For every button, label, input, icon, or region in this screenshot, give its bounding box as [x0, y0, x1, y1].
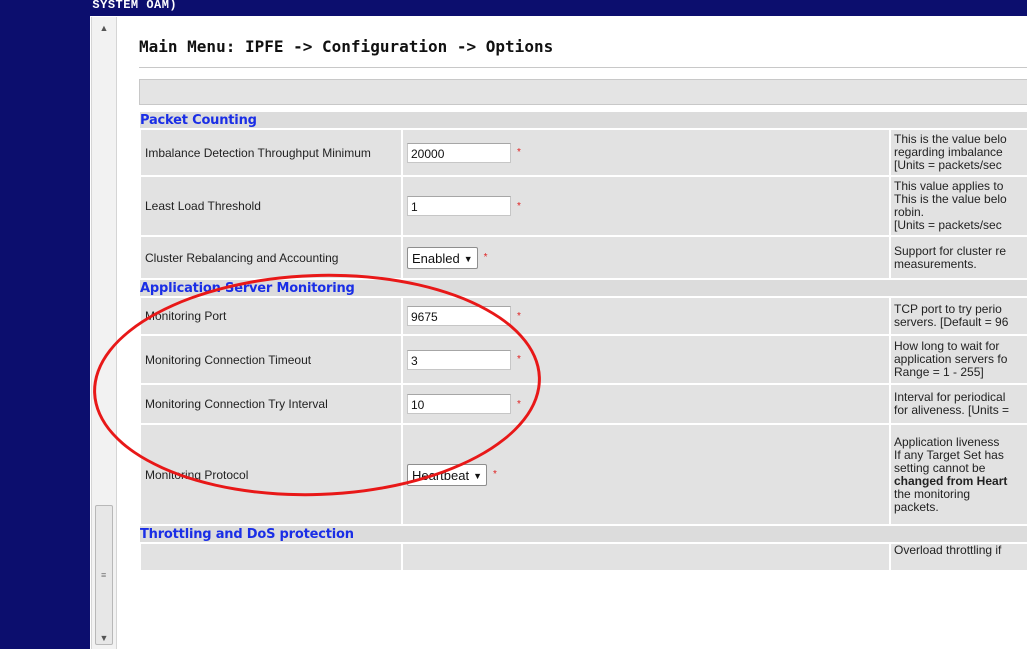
option-input-cell: 1 * — [401, 175, 891, 237]
scrollbar-thumb[interactable]: ≡ — [95, 505, 113, 645]
option-input-cell: Heartbeat ▼ * — [401, 423, 891, 526]
description-line: for aliveness. [Units = — [894, 403, 1010, 417]
required-marker: * — [493, 469, 497, 480]
option-label: Monitoring Port — [139, 296, 403, 336]
least-load-threshold-input[interactable]: 1 — [407, 196, 511, 216]
description-line: packets. — [894, 499, 939, 514]
required-marker: * — [517, 147, 521, 158]
grip-icon: ≡ — [101, 570, 107, 580]
option-description: Support for cluster re measurements. — [888, 235, 1027, 280]
section-header-row: Throttling and DoS protection — [140, 525, 1027, 543]
description-line: [Units = packets/sec — [894, 218, 1002, 232]
option-label: Monitoring Connection Try Interval — [139, 383, 403, 425]
option-row: Monitoring Connection Try Interval 10 * I… — [139, 383, 1027, 425]
option-row: Cluster Rebalancing and Accounting Enabl… — [139, 235, 1027, 280]
option-label: Monitoring Protocol — [139, 423, 403, 526]
title-divider — [139, 67, 1027, 68]
required-marker: * — [517, 398, 521, 410]
vertical-scrollbar[interactable]: ▲ ≡ ▼ — [91, 17, 117, 649]
toolbar-band — [139, 79, 1027, 105]
option-label: Monitoring Connection Timeout — [139, 334, 403, 385]
option-row: Least Load Threshold 1 * This value appli… — [139, 175, 1027, 237]
window-titlebar: 008 (ACTIVE SYSTEM OAM) — [0, 0, 1027, 16]
monitoring-timeout-input[interactable]: 3 — [407, 349, 511, 370]
section-title: Throttling and DoS protection — [140, 525, 1027, 543]
cluster-rebalancing-select[interactable]: Enabled ▼ — [407, 246, 478, 269]
option-description: Application liveness If any Target Set h… — [888, 423, 1027, 526]
option-input-cell: 10 * — [401, 383, 891, 425]
required-marker: * — [517, 354, 521, 365]
option-description: This value applies to This is the value … — [888, 175, 1027, 237]
imbalance-throughput-input[interactable]: 20000 — [407, 142, 511, 163]
option-row: Monitoring Protocol Heartbeat ▼ * Applicat… — [139, 423, 1027, 526]
section-title: Packet Counting — [140, 112, 1027, 129]
required-marker: * — [483, 252, 488, 263]
section-title: Application Server Monitoring — [140, 279, 1027, 297]
chevron-down-icon: ▼ — [473, 470, 483, 481]
monitoring-protocol-select[interactable]: Heartbeat ▼ — [407, 463, 488, 486]
option-input-cell: 3 * — [401, 334, 891, 385]
option-row: Monitoring Port 9675 * TCP port to try pe… — [139, 296, 1027, 336]
option-input-cell: 20000 * — [401, 128, 891, 177]
option-description: Overload throttling if — [888, 542, 1027, 572]
description-line: changed from Heart — [894, 473, 1027, 488]
monitoring-interval-input[interactable]: 10 — [407, 394, 511, 414]
option-label: Cluster Rebalancing and Accounting — [139, 235, 403, 280]
required-marker: * — [517, 310, 521, 322]
description-line: Range = 1 - 255] — [894, 365, 984, 379]
section-header-row: Application Server Monitoring — [140, 279, 1027, 297]
option-row: Overload throttling if — [139, 542, 1027, 572]
description-line: Support for cluster re — [894, 243, 1007, 258]
option-row: Monitoring Connection Timeout 3 * How lon… — [139, 334, 1027, 385]
option-description: TCP port to try perio servers. [Default … — [888, 296, 1027, 336]
option-description: Interval for periodical for aliveness. [… — [888, 383, 1027, 425]
page-title: Main Menu: IPFE -> Configuration -> Opti… — [139, 37, 554, 56]
select-value: Heartbeat — [412, 467, 470, 483]
option-label — [139, 542, 403, 572]
monitoring-port-input[interactable]: 9675 — [407, 306, 511, 326]
window-frame-left — [0, 0, 90, 649]
option-row: Imbalance Detection Throughput Minimum 2… — [139, 128, 1027, 177]
description-line: Application liveness — [894, 434, 1000, 449]
section-header-row: Packet Counting — [140, 112, 1027, 129]
description-line: measurements. — [894, 256, 977, 271]
description-line-bold: changed from Heart — [894, 473, 1008, 488]
option-input-cell: 9675 * — [401, 296, 891, 336]
chevron-down-icon: ▼ — [463, 253, 473, 264]
option-label: Imbalance Detection Throughput Minimum — [139, 128, 403, 177]
option-input-cell — [401, 542, 891, 572]
select-value: Enabled — [412, 250, 460, 266]
description-line: If any Target Set has — [894, 447, 1004, 462]
scroll-down-icon[interactable]: ▼ — [94, 629, 114, 647]
description-line: [Units = packets/sec — [894, 158, 1002, 172]
description-line: the monitoring — [894, 486, 971, 501]
option-description: This is the value belo regarding imbalan… — [888, 128, 1027, 177]
scroll-up-icon[interactable]: ▲ — [94, 19, 114, 37]
option-input-cell: Enabled ▼ * — [401, 235, 891, 280]
description-line: servers. [Default = 96 — [894, 315, 1009, 329]
required-marker: * — [517, 200, 521, 212]
options-table: Packet Counting Imbalance Detection Thro… — [139, 112, 1027, 572]
main-content: Main Menu: IPFE -> Configuration -> Opti… — [117, 17, 1027, 649]
option-description: How long to wait for application servers… — [888, 334, 1027, 385]
description-line: Overload throttling if — [894, 543, 1002, 557]
option-label: Least Load Threshold — [139, 175, 403, 237]
